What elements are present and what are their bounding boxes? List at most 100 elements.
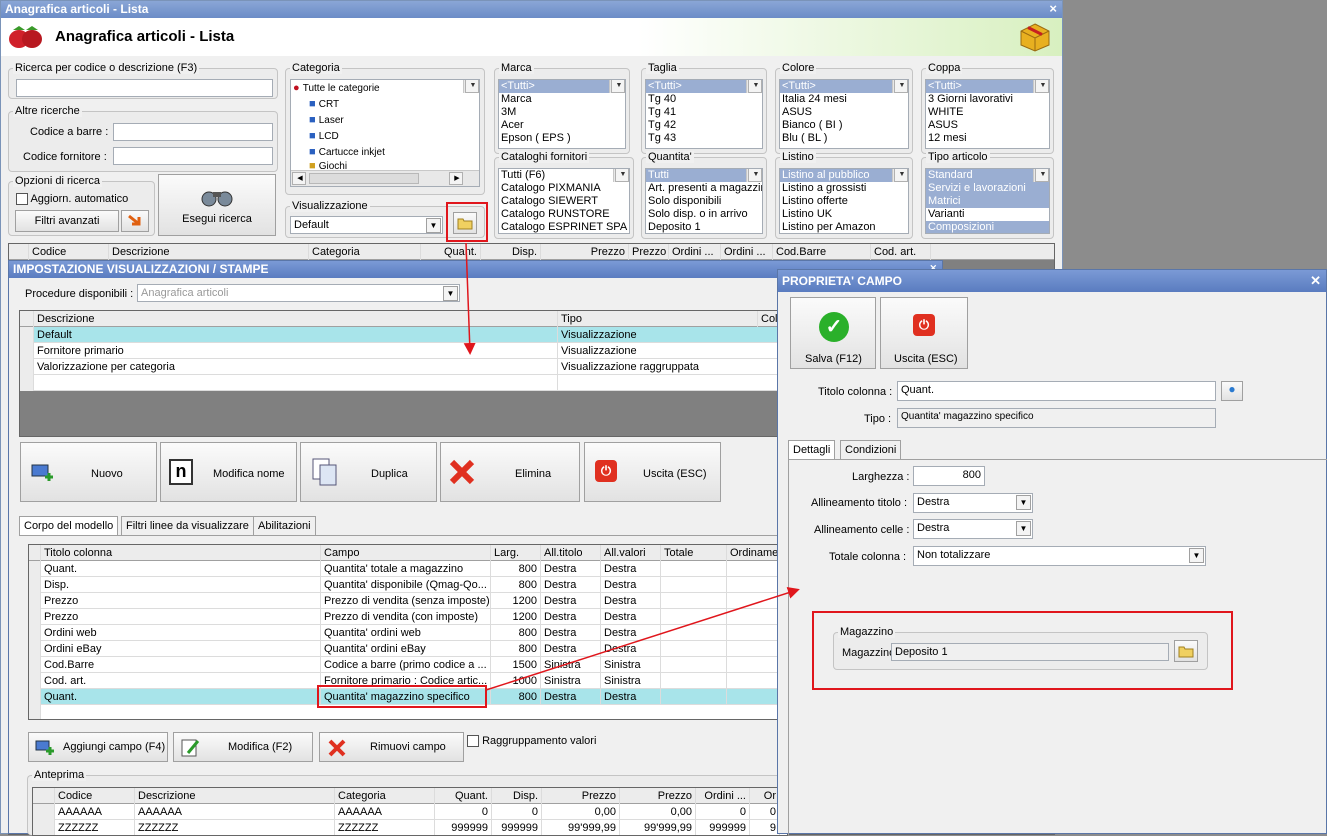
list-item[interactable]: Catalogo RUNSTORE — [499, 208, 629, 221]
list-item[interactable]: Catalogo ESPRINET SPA — [499, 221, 629, 233]
table-row[interactable]: Quant. Quantita' totale a magazzino 800 Des… — [29, 561, 777, 577]
list-item[interactable]: ASUS — [926, 119, 1049, 132]
save-button[interactable]: ✓ Salva (F12) — [790, 297, 876, 369]
advanced-filters-button[interactable]: Filtri avanzati — [15, 210, 119, 232]
category-tree[interactable]: ● Tutte le categorie ■ CRT ■ Laser ■ LCD… — [290, 79, 480, 187]
price-list-scrollbar[interactable]: ▲▼ — [892, 169, 908, 182]
marca-listbox[interactable]: <Tutti>Marca3MAcerEpson ( EPS ) ▲▼ — [498, 79, 626, 149]
list-item[interactable]: Tutti — [646, 169, 762, 182]
procedure-select[interactable]: Anagrafica articoli ▼ — [137, 284, 460, 302]
remove-field-button[interactable]: Rimuovi campo — [319, 732, 464, 762]
table-row[interactable]: Default Visualizzazione — [20, 327, 778, 343]
taglia-scrollbar[interactable]: ▲▼ — [746, 80, 762, 93]
table-row[interactable]: Disp. Quantita' disponibile (Qmag-Qo... 80… — [29, 577, 777, 593]
taglia-listbox[interactable]: <Tutti>Tg 40Tg 41Tg 42Tg 43 ▲▼ — [645, 79, 763, 149]
list-item[interactable]: Bianco ( BI ) — [780, 119, 908, 132]
table-row[interactable]: Valorizzazione per categoria Visualizzazi… — [20, 359, 778, 375]
list-item[interactable]: Standard — [926, 169, 1049, 182]
filter-arrow-button[interactable] — [121, 210, 149, 232]
catalog-listbox[interactable]: Tutti (F6) Catalogo PIXMANIA Catalogo SIEW… — [498, 168, 630, 234]
list-item[interactable]: Catalogo PIXMANIA — [499, 182, 629, 195]
table-row[interactable]: Prezzo Prezzo di vendita (senza imposte) 1… — [29, 593, 777, 609]
list-item[interactable]: ASUS — [780, 106, 908, 119]
table-row[interactable]: Ordini eBay Quantita' ordini eBay 800 Destr… — [29, 641, 777, 657]
supplier-code-input[interactable] — [113, 147, 273, 165]
tab-condizioni[interactable]: Condizioni — [840, 440, 902, 459]
column-title-input[interactable]: Quant. — [897, 381, 1216, 401]
price-list-listbox[interactable]: Listino al pubblico Listino a grossisti Li… — [779, 168, 909, 234]
list-item[interactable]: Deposito 1 — [646, 221, 762, 233]
width-input[interactable]: 800 — [913, 466, 985, 486]
group-values-checkbox[interactable]: Raggruppamento valori — [467, 735, 596, 748]
list-item[interactable]: Listino per Amazon — [780, 221, 908, 233]
rename-button[interactable]: n Modifica nome — [160, 442, 297, 502]
list-header-cell[interactable]: Ordini ... — [669, 244, 721, 260]
list-item[interactable]: Tg 41 — [646, 106, 762, 119]
add-field-button[interactable]: Aggiungi campo (F4) — [28, 732, 168, 762]
list-header-cell[interactable]: Prezzo — [541, 244, 629, 260]
list-item[interactable]: 3M — [499, 106, 625, 119]
exit-button[interactable]: ⏻ Uscita (ESC) — [584, 442, 721, 502]
list-header-cell[interactable]: Cod.Barre — [773, 244, 871, 260]
catalog-scrollbar[interactable]: ▲▼ — [613, 169, 629, 182]
coppa-scrollbar[interactable]: ▲▼ — [1033, 80, 1049, 93]
article-type-scrollbar[interactable]: ▲▼ — [1033, 169, 1049, 182]
quantity-listbox[interactable]: Tutti Art. presenti a magazzino Solo dispo… — [645, 168, 763, 234]
barcode-input[interactable] — [113, 123, 273, 141]
list-item[interactable]: 12 mesi — [926, 132, 1049, 145]
tab-dettagli[interactable]: Dettagli — [788, 440, 836, 459]
category-scrollbar[interactable]: ▲▼ — [463, 80, 479, 93]
list-item[interactable]: Listino a grossisti — [780, 182, 908, 195]
list-item[interactable]: Composizioni — [926, 221, 1049, 233]
marca-scrollbar[interactable]: ▲▼ — [609, 80, 625, 93]
new-button[interactable]: Nuovo — [20, 442, 157, 502]
list-item[interactable]: <Tutti> — [646, 80, 762, 93]
list-item[interactable]: Blu ( BL ) — [780, 132, 908, 145]
list-item[interactable]: Listino offerte — [780, 195, 908, 208]
list-item[interactable]: Listino UK — [780, 208, 908, 221]
run-search-button[interactable]: Esegui ricerca — [158, 174, 276, 236]
list-header-cell[interactable]: Ordini ... — [721, 244, 773, 260]
quantity-scrollbar[interactable]: ▲▼ — [746, 169, 762, 182]
category-crt[interactable]: ■ CRT — [291, 96, 479, 112]
category-laser[interactable]: ■ Laser — [291, 112, 479, 128]
close-icon[interactable]: ✕ — [1310, 273, 1321, 289]
align-title-select[interactable]: Destra ▼ — [913, 493, 1033, 513]
list-item[interactable]: Listino al pubblico — [780, 169, 908, 182]
list-item[interactable]: Servizi e lavorazioni — [926, 182, 1049, 195]
list-item[interactable]: <Tutti> — [780, 80, 908, 93]
list-header-cell[interactable]: Disp. — [481, 244, 541, 260]
list-item[interactable]: Art. presenti a magazzino — [646, 182, 762, 195]
field-exit-button[interactable]: ⏻ Uscita (ESC) — [880, 297, 968, 369]
list-item[interactable]: Matrici — [926, 195, 1049, 208]
table-row[interactable]: AAAAAA AAAAAA AAAAAA 0 0 0,00 0,00 0 0 — [33, 804, 787, 820]
list-header-cell[interactable]: Categoria — [309, 244, 421, 260]
list-item[interactable]: Solo disponibili — [646, 195, 762, 208]
table-row[interactable]: Fornitore primario Visualizzazione — [20, 343, 778, 359]
search-input[interactable] — [16, 79, 273, 97]
coppa-listbox[interactable]: <Tutti> 3 Giorni lavorativi WHITE ASUS 12 me… — [925, 79, 1050, 149]
list-header-cell[interactable]: Cod. art. — [871, 244, 931, 260]
list-item[interactable]: <Tutti> — [499, 80, 625, 93]
list-header-cell[interactable]: Quant. — [421, 244, 481, 260]
tab-filtri[interactable]: Filtri linee da visualizzare — [121, 516, 254, 535]
colore-listbox[interactable]: <Tutti> Italia 24 mesi ASUS Bianco ( BI ) Bl… — [779, 79, 909, 149]
auto-update-checkbox[interactable]: Aggiorn. automatico — [16, 193, 128, 206]
list-item[interactable]: Marca — [499, 93, 625, 106]
tab-corpo[interactable]: Corpo del modello — [19, 516, 119, 535]
table-row[interactable]: Cod.Barre Codice a barre (primo codice a … — [29, 657, 777, 673]
list-item[interactable]: Solo disp. o in arrivo — [646, 208, 762, 221]
modify-field-button[interactable]: Modifica (F2) — [173, 732, 313, 762]
category-hscrollbar[interactable]: ◀ ▶ — [291, 170, 479, 186]
globe-button[interactable]: ● — [1221, 381, 1243, 401]
table-row[interactable]: Ordini web Quantita' ordini web 800 Destra D… — [29, 625, 777, 641]
list-header-cell[interactable]: Descrizione — [109, 244, 309, 260]
list-item[interactable]: Tg 42 — [646, 119, 762, 132]
table-row[interactable] — [20, 375, 778, 391]
view-select[interactable]: Default ▼ — [290, 216, 443, 234]
list-item[interactable]: Acer — [499, 119, 625, 132]
list-item[interactable]: Epson ( EPS ) — [499, 132, 625, 145]
main-close-button[interactable]: × — [1049, 1, 1057, 16]
list-item[interactable]: Catalogo SIEWERT — [499, 195, 629, 208]
total-select[interactable]: Non totalizzare ▼ — [913, 546, 1206, 566]
